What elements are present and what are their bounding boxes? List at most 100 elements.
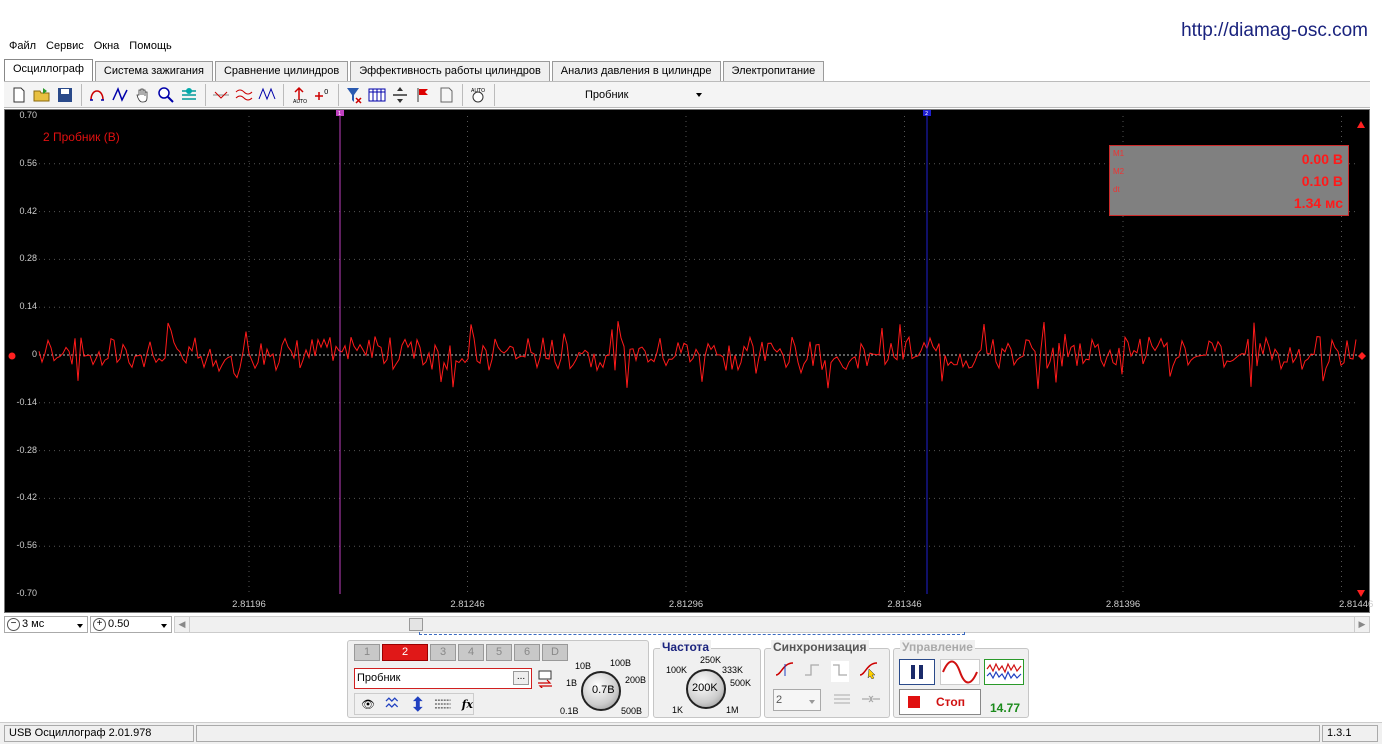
timebase-value: 3 мс [22,618,45,630]
wave-overlay-icon[interactable] [256,84,278,106]
menu-windows[interactable]: Окна [89,38,125,56]
toolbar-separator [462,83,463,106]
oscilloscope-display[interactable]: 12 0.70 0.56 0.42 0.28 0.14 0 -0.14 -0.28 -0.42-… [4,109,1373,613]
function-icon[interactable]: fx [462,698,473,711]
split-vertical-icon[interactable] [389,84,411,106]
eye-icon[interactable]: 👁 [361,698,375,711]
scroll-right-icon[interactable]: ▶ [1354,617,1369,632]
probe-browse-button[interactable]: ... [513,671,529,685]
menu-file[interactable]: Файл [4,38,41,56]
scroll-down-arrow-icon[interactable] [1357,588,1365,600]
horizontal-scrollbar[interactable]: ◀ ▶ [174,616,1370,635]
table-icon[interactable] [366,84,388,106]
view-range-indicator [419,632,965,635]
stop-icon [908,696,920,708]
stop-button[interactable]: Стоп [899,689,981,715]
menu-help[interactable]: Помощь [124,38,177,56]
line-style-icon[interactable] [434,697,452,711]
scroll-left-icon[interactable]: ◀ [175,617,190,632]
continuous-wave-button[interactable] [984,659,1024,685]
zero-offset-icon[interactable]: 0 [311,84,333,106]
cursor-2-label: 2 [925,111,928,117]
tab-power-supply[interactable]: Электропитание [722,61,825,81]
scale-x-icon[interactable] [210,84,232,106]
probe-dropdown[interactable]: Пробник [539,85,709,105]
timebase-bar: − 3 мс + 0.50 ◀ ▶ [4,614,1370,635]
sync-collapse-icon[interactable] [861,691,881,710]
vertical-move-icon[interactable] [411,695,425,713]
multi-wave-icon[interactable] [233,84,255,106]
m2-value: 0.10 В [1301,173,1343,189]
timebase-select[interactable]: − 3 мс [4,615,88,633]
channel-button-4[interactable]: 4 [458,644,484,661]
channel-button-1[interactable]: 1 [354,644,380,661]
channel-button-3[interactable]: 3 [430,644,456,661]
voltage-knob[interactable]: 0.7В [581,671,621,711]
svg-text:AUTO: AUTO [293,99,307,104]
trigger-level-marker[interactable] [1358,351,1366,363]
sync-channel-select[interactable]: 2 [773,689,821,711]
auto-trigger-icon[interactable]: AUTO [288,84,310,106]
frequency-knob[interactable]: 200K [686,669,726,709]
sync-expand-icon[interactable] [833,691,851,710]
chevron-down-icon [696,92,702,97]
hand-pan-icon[interactable] [132,84,154,106]
y-tick-label: 0.42 [19,205,37,216]
voltage-label-10v: 10В [575,661,592,671]
open-folder-icon[interactable] [31,84,53,106]
save-icon[interactable] [54,84,76,106]
channel-zero-marker[interactable] [8,351,16,363]
tab-pressure-analysis[interactable]: Анализ давления в цилиндре [551,61,721,81]
voltage-knob-value: 0.7В [592,684,615,696]
channel-button-2[interactable]: 2 [382,644,428,661]
zoom-select[interactable]: + 0.50 [90,615,172,633]
tab-ignition[interactable]: Система зажигания [94,61,213,81]
toolbar: AUTO 0 AUTO Пробник [4,81,1370,108]
channel-tools: 👁 fx [354,693,474,715]
tab-oscilloscope[interactable]: Осциллограф [4,59,93,81]
control-panel: Управление Стоп 14.77 [893,640,1029,718]
zoom-value: 0.50 [108,618,130,630]
zoom-icon[interactable] [155,84,177,106]
probe-input[interactable]: Пробник [354,668,532,689]
wave-cursor-icon[interactable] [109,84,131,106]
auto-set-icon[interactable]: AUTO [467,84,489,106]
trigger-cursor-icon[interactable] [859,661,879,682]
single-wave-button[interactable] [940,659,980,685]
tab-cylinder-efficiency[interactable]: Эффективность работы цилиндров [350,61,550,81]
dt-label: dt [1113,185,1120,194]
status-bar: USB Осциллограф 2.01.978 1.3.1 [0,722,1382,744]
trigger-edge-up-icon[interactable] [803,661,821,682]
chevron-down-icon [77,623,83,628]
toolbar-separator [205,83,206,106]
freq-label-250k: 250K [700,655,722,665]
new-file-icon[interactable] [8,84,30,106]
flag-marker-icon[interactable] [412,84,434,106]
tab-cylinder-compare[interactable]: Сравнение цилиндров [214,61,349,81]
document-icon[interactable] [435,84,457,106]
channel-button-6[interactable]: 6 [514,644,540,661]
menu-service[interactable]: Сервис [41,38,89,56]
pause-button[interactable] [899,659,935,685]
scroll-up-arrow-icon[interactable] [1357,119,1365,131]
trigger-edge-down-icon[interactable] [831,661,849,682]
scroll-thumb[interactable] [409,618,423,631]
channel-button-d[interactable]: D [542,644,568,661]
loop-cursor-icon[interactable] [86,84,108,106]
voltage-label-200v: 200В [625,675,647,685]
trigger-rise-icon[interactable] [775,661,795,682]
channel-button-5[interactable]: 5 [486,644,512,661]
freq-label-333k: 333K [722,665,744,675]
m1-value: 0.00 В [1301,151,1343,167]
funnel-filter-icon[interactable] [343,84,365,106]
channel-panel: 1 2 3 4 5 6 D Пробник ... 👁 fx 0.7В 10В … [347,640,649,718]
voltage-label-100v: 100В [610,658,632,668]
filter-icon[interactable] [178,84,200,106]
tab-bar: Осциллограф Система зажигания Сравнение … [4,59,826,81]
swap-icon[interactable] [536,670,554,690]
wave-filter-icon[interactable] [385,696,401,712]
freq-label-100k: 100K [666,665,688,675]
plus-icon[interactable]: + [93,617,106,631]
toolbar-separator [283,83,284,106]
minus-icon[interactable]: − [7,617,20,631]
